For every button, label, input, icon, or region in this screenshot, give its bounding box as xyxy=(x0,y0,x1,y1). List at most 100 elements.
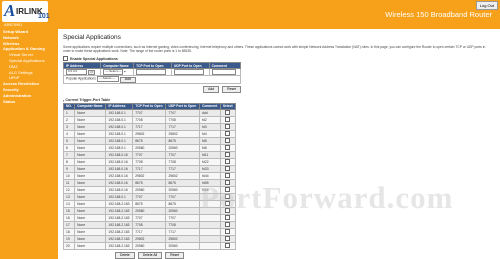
udp-cell xyxy=(170,67,210,77)
cell-tcp: 7717 xyxy=(132,164,167,173)
row-select-checkbox[interactable] xyxy=(225,221,231,227)
cell-name: None xyxy=(74,178,107,187)
cell-name: None xyxy=(74,150,107,159)
cell-no: 3 xyxy=(62,122,76,131)
comment-cell xyxy=(208,67,242,77)
cell-name: None xyxy=(74,220,107,229)
table-row: 17 None 192.168.2.163 7708 7708 xyxy=(62,220,237,229)
row-select-checkbox[interactable] xyxy=(225,235,231,241)
cell-tcp: 20560 xyxy=(132,185,167,194)
cell-ip: 192.168.0.1 xyxy=(105,192,134,201)
cell-name: None xyxy=(74,115,107,124)
logout-button[interactable]: Log Out xyxy=(475,1,498,10)
cell-select xyxy=(219,185,237,194)
sidebar-item[interactable]: Status xyxy=(0,99,58,105)
cell-udp: 7717 xyxy=(165,227,201,236)
cell-tcp: 29802 xyxy=(132,234,167,243)
copy-arrow-button[interactable]: << xyxy=(87,69,96,76)
cell-no: 9 xyxy=(62,164,76,173)
bullet-icon: ▪ xyxy=(63,97,65,103)
row-select-checkbox[interactable] xyxy=(225,242,231,248)
cell-no: 13 xyxy=(62,192,76,201)
cell-select xyxy=(219,192,237,201)
cell-select xyxy=(219,122,237,131)
sidebar-nav: Setup Wizard Network Wireless Application &… xyxy=(0,29,58,259)
row-select-checkbox[interactable] xyxy=(225,123,231,129)
row-select-checkbox[interactable] xyxy=(225,151,231,157)
row-select-checkbox[interactable] xyxy=(225,186,231,192)
delete-button[interactable]: Delete xyxy=(115,251,135,259)
cell-name: None xyxy=(74,241,107,250)
row-select-checkbox[interactable] xyxy=(225,158,231,164)
row-select-checkbox[interactable] xyxy=(225,172,231,178)
comment-input[interactable] xyxy=(211,69,236,75)
cell-name: None xyxy=(74,122,107,131)
main-content: Special Applications Some applications r… xyxy=(62,29,495,259)
cell-no: 19 xyxy=(62,234,76,243)
cell-comment: fd4 xyxy=(199,129,221,138)
row-select-checkbox[interactable] xyxy=(225,207,231,213)
cell-tcp: 7708 xyxy=(132,157,167,166)
cell-tcp: 20560 xyxy=(132,241,167,250)
cell-comment: fd3 xyxy=(199,122,221,131)
cell-udp: 7717 xyxy=(165,164,201,173)
cell-select xyxy=(219,136,237,145)
table-row: 9 None 192.168.0.16 7717 7717 fd33 xyxy=(62,164,237,173)
row-select-checkbox[interactable] xyxy=(225,109,231,115)
cell-ip: 192.168.2.163 xyxy=(105,227,134,236)
table-row: 8 None 192.168.0.16 7708 7708 fd22 xyxy=(62,157,237,166)
row-select-checkbox[interactable] xyxy=(225,137,231,143)
popular-label: Popular Applications xyxy=(66,76,96,81)
cell-name: None xyxy=(74,234,107,243)
cell-comment: fd44 xyxy=(199,171,221,180)
page-title: Special Applications xyxy=(63,34,121,41)
cell-tcp: 20560 xyxy=(132,206,167,215)
enable-checkbox[interactable] xyxy=(63,56,68,61)
cell-comment xyxy=(199,192,221,201)
row-select-checkbox[interactable] xyxy=(225,130,231,136)
cell-name: None xyxy=(74,192,107,201)
cell-name: None xyxy=(74,199,107,208)
row-select-checkbox[interactable] xyxy=(225,179,231,185)
cell-comment: fd66 xyxy=(199,185,221,194)
add-button[interactable]: Add xyxy=(203,85,220,93)
row-select-checkbox[interactable] xyxy=(225,228,231,234)
cell-ip: 192.168.2.163 xyxy=(105,234,134,243)
model-label: AR670W1 xyxy=(4,22,23,27)
udp-port-input[interactable] xyxy=(173,69,204,75)
row-select-checkbox[interactable] xyxy=(225,165,231,171)
cell-tcp: 7707 xyxy=(132,192,167,201)
popular-add-button[interactable]: Add xyxy=(119,76,136,83)
cell-select xyxy=(219,143,237,152)
cell-ip: 192.168.2.163 xyxy=(105,213,134,222)
table-row: 15 None 192.168.2.163 20560 20560 xyxy=(62,206,237,215)
logo-letter: A xyxy=(4,1,16,20)
cell-ip: 192.168.0.1 xyxy=(105,143,134,152)
cell-ip: 192.168.0.1 xyxy=(105,108,134,117)
ip-address-input[interactable]: 0.0.0.0 xyxy=(66,69,87,75)
row-select-checkbox[interactable] xyxy=(225,116,231,122)
cell-select xyxy=(219,171,237,180)
cell-tcp: 7707 xyxy=(132,213,167,222)
table-row: 1 None 192.168.0.1 7707 7707 ddd xyxy=(62,108,237,117)
cell-udp: 20560 xyxy=(165,143,201,152)
computer-name-select[interactable]: ----Select---- xyxy=(103,69,124,75)
delete-all-button[interactable]: Delete All xyxy=(137,251,163,259)
row-select-checkbox[interactable] xyxy=(225,214,231,220)
row-select-checkbox[interactable] xyxy=(225,200,231,206)
reset-bottom-button[interactable]: Reset xyxy=(165,251,184,259)
row-select-checkbox[interactable] xyxy=(225,144,231,150)
tcp-port-input[interactable] xyxy=(136,69,167,75)
popular-select[interactable]: ----Select---- xyxy=(96,76,119,82)
cell-udp: 8675 xyxy=(165,199,201,208)
cell-udp: 8675 xyxy=(165,136,201,145)
cell-ip: 192.168.2.163 xyxy=(105,241,134,250)
reset-button[interactable]: Reset xyxy=(222,85,241,93)
table-row: 3 None 192.168.0.1 7717 7717 fd3 xyxy=(62,122,237,131)
row-select-checkbox[interactable] xyxy=(225,193,231,199)
cell-select xyxy=(219,241,237,250)
cell-udp: 29802 xyxy=(165,129,201,138)
edit-actions: Add Reset xyxy=(63,85,241,93)
cell-udp: 20560 xyxy=(165,241,201,250)
cell-comment xyxy=(199,220,221,229)
